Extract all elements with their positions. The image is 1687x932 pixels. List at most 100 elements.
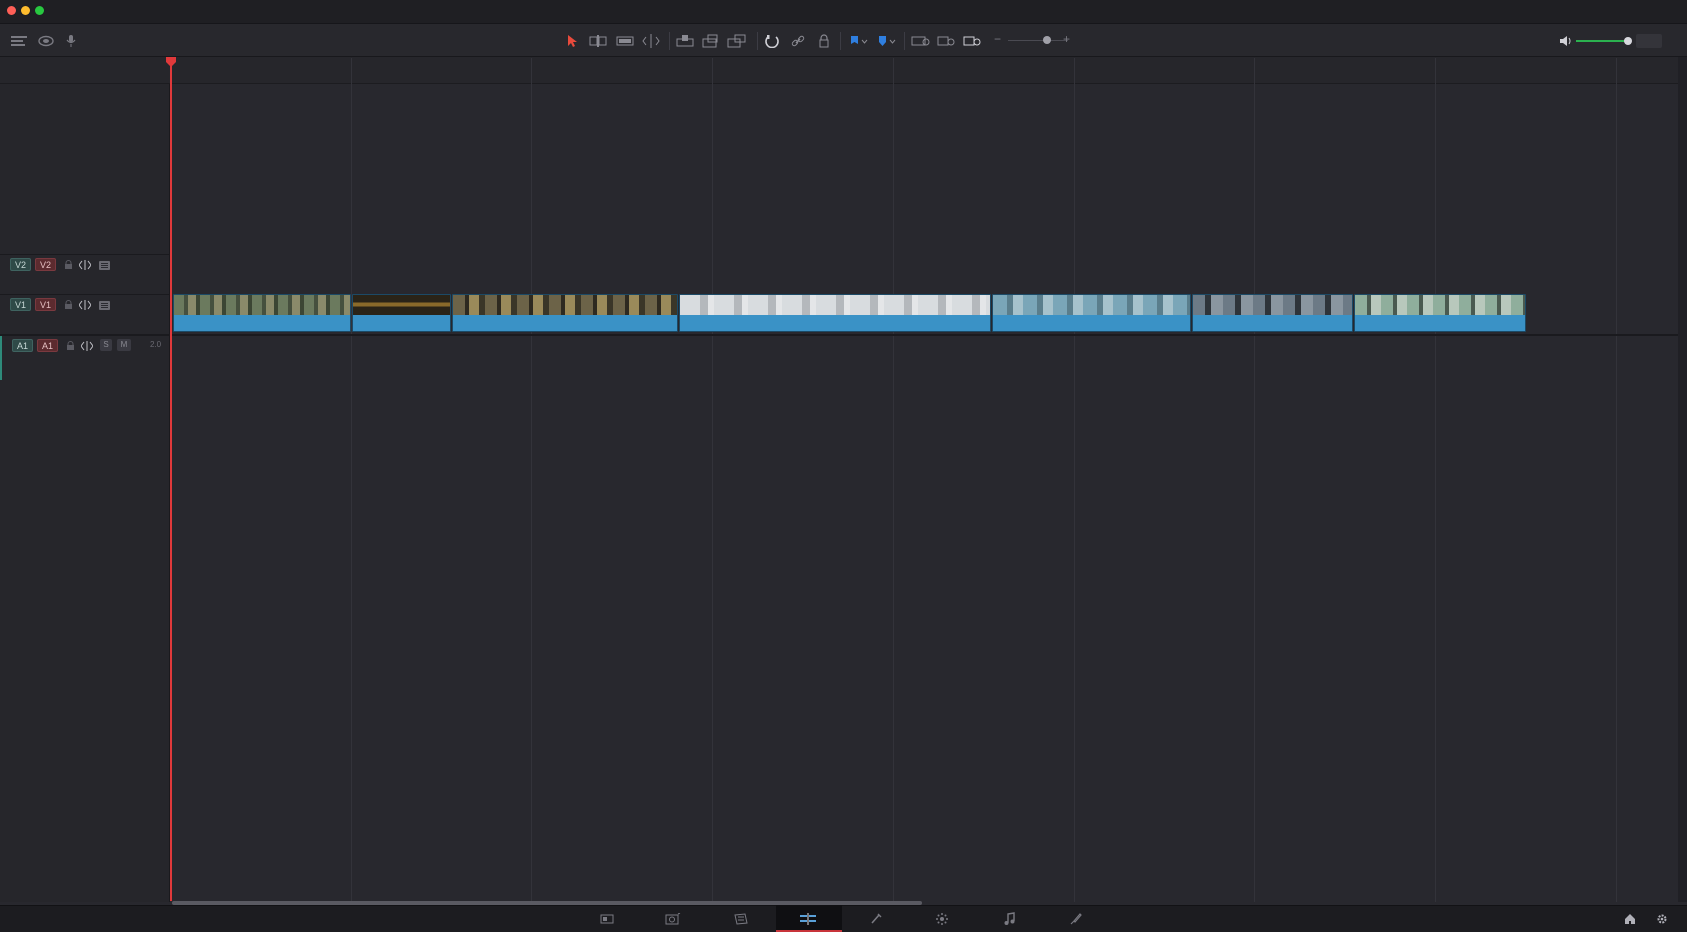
timeline-clip[interactable]	[352, 294, 451, 332]
audio-meter-box	[1636, 34, 1662, 48]
clip-thumbnails	[353, 295, 450, 316]
insert-clip-icon[interactable]	[675, 32, 695, 50]
linked-selection-icon[interactable]	[788, 32, 808, 50]
clip-thumbnails	[1193, 295, 1352, 316]
minimize-window-button[interactable]	[21, 6, 30, 15]
timeline-toolbar: − +	[0, 24, 1687, 57]
auto-select-icon[interactable]	[81, 340, 93, 352]
timeline-clip[interactable]	[173, 294, 351, 332]
ruler-tick	[1254, 58, 1255, 84]
timeline-page-icon[interactable]	[794, 910, 822, 928]
trim-edit-mode-icon[interactable]	[588, 32, 608, 50]
audio-waveform-icon[interactable]	[36, 32, 56, 50]
zoom-out-button[interactable]: −	[994, 32, 1001, 46]
ruler-tick	[893, 58, 894, 84]
home-icon[interactable]	[1616, 910, 1644, 928]
volume-slider-thumb[interactable]	[1624, 37, 1632, 45]
zoom-custom-icon[interactable]	[963, 32, 983, 50]
disable-track-icon[interactable]	[98, 259, 110, 271]
gridline	[1074, 84, 1075, 902]
clip-thumbnails	[453, 295, 677, 316]
auto-select-icon[interactable]	[79, 259, 91, 271]
marker-icon[interactable]	[874, 32, 900, 50]
lock-track-icon[interactable]	[62, 299, 74, 311]
window-titlebar	[0, 0, 1687, 24]
clip-thumbnails	[680, 295, 990, 316]
cut-page-icon[interactable]	[659, 910, 687, 928]
clip-thumbnails	[1355, 295, 1525, 316]
microphone-icon[interactable]	[61, 32, 81, 50]
color-page-icon[interactable]	[928, 910, 956, 928]
timeline-clip[interactable]	[679, 294, 991, 332]
page-navigation-bar	[0, 905, 1687, 932]
snapping-icon[interactable]	[762, 32, 782, 50]
clip-name-band	[1193, 315, 1352, 331]
timeline-area[interactable]	[171, 84, 1678, 902]
zoom-in-button[interactable]: +	[1063, 32, 1070, 46]
speaker-icon[interactable]	[1556, 32, 1576, 50]
toolbar-separator	[840, 32, 841, 50]
channel-format-label: 2.0	[150, 340, 162, 349]
ruler-tick	[1616, 58, 1617, 84]
v1-destination-control[interactable]: V1	[10, 298, 32, 311]
v1-source-control[interactable]: V1	[35, 298, 57, 311]
track-header-v1: V1 V1	[0, 294, 170, 334]
lock-track-icon[interactable]	[64, 340, 76, 352]
gridline	[1254, 84, 1255, 902]
overwrite-clip-icon[interactable]	[701, 32, 721, 50]
clip-name-band	[993, 315, 1190, 331]
deliver-page-icon[interactable]	[1062, 910, 1090, 928]
zoom-slider-thumb[interactable]	[1043, 36, 1051, 44]
track-header-v2: V2 V2	[0, 254, 170, 293]
dynamic-trim-icon[interactable]	[615, 32, 635, 50]
auto-select-icon[interactable]	[79, 299, 91, 311]
volume-slider-track[interactable]	[1576, 40, 1630, 42]
selection-mode-icon[interactable]	[562, 32, 582, 50]
toolbar-separator	[669, 32, 670, 50]
timeline-clip[interactable]	[452, 294, 678, 332]
a1-destination-control[interactable]: A1	[12, 339, 34, 352]
flag-icon[interactable]	[846, 32, 872, 50]
ruler-tick	[351, 58, 352, 84]
clip-name-band	[453, 315, 677, 331]
zoom-full-icon[interactable]	[911, 32, 931, 50]
v2-source-control[interactable]: V2	[35, 258, 57, 271]
v2-destination-control[interactable]: V2	[10, 258, 32, 271]
mute-button[interactable]: M	[117, 339, 131, 351]
solo-button[interactable]: S	[100, 339, 112, 351]
vertical-scrollbar[interactable]	[1678, 57, 1687, 902]
close-window-button[interactable]	[7, 6, 16, 15]
a1-source-control[interactable]: A1	[37, 339, 59, 352]
track-headers-panel: V2 V2 V1 V1 A1 A1 S M 2.0	[0, 84, 170, 902]
playhead-handle[interactable]	[165, 57, 177, 67]
lock-track-icon[interactable]	[62, 259, 74, 271]
gridline	[531, 84, 532, 902]
timeline-clip[interactable]	[1192, 294, 1353, 332]
settings-icon[interactable]	[1648, 910, 1676, 928]
toolbar-separator	[757, 32, 758, 50]
replace-clip-icon[interactable]	[727, 32, 747, 50]
timecode-ruler[interactable]	[0, 57, 1687, 84]
clip-name-band	[680, 315, 990, 331]
fairlight-page-icon[interactable]	[995, 910, 1023, 928]
timeline-view-options-icon[interactable]	[9, 32, 29, 50]
disable-track-icon[interactable]	[98, 299, 110, 311]
timeline-clip[interactable]	[992, 294, 1191, 332]
clip-name-band	[353, 315, 450, 331]
gridline	[893, 84, 894, 902]
video-audio-divider[interactable]	[0, 334, 1687, 336]
playhead-line[interactable]	[170, 58, 172, 901]
edit-page-icon[interactable]	[727, 910, 755, 928]
zoom-window-button[interactable]	[35, 6, 44, 15]
media-page-icon[interactable]	[593, 910, 621, 928]
gridline	[712, 84, 713, 902]
fusion-page-icon[interactable]	[862, 910, 890, 928]
zoom-detail-icon[interactable]	[937, 32, 957, 50]
clip-name-band	[174, 315, 350, 331]
timeline-clip[interactable]	[1354, 294, 1526, 332]
ruler-tick	[1074, 58, 1075, 84]
zoom-slider-track[interactable]	[1008, 40, 1068, 41]
track-header-a1: A1 A1 S M 2.0	[0, 335, 170, 380]
blade-edit-icon[interactable]	[641, 32, 661, 50]
position-lock-icon[interactable]	[814, 32, 834, 50]
